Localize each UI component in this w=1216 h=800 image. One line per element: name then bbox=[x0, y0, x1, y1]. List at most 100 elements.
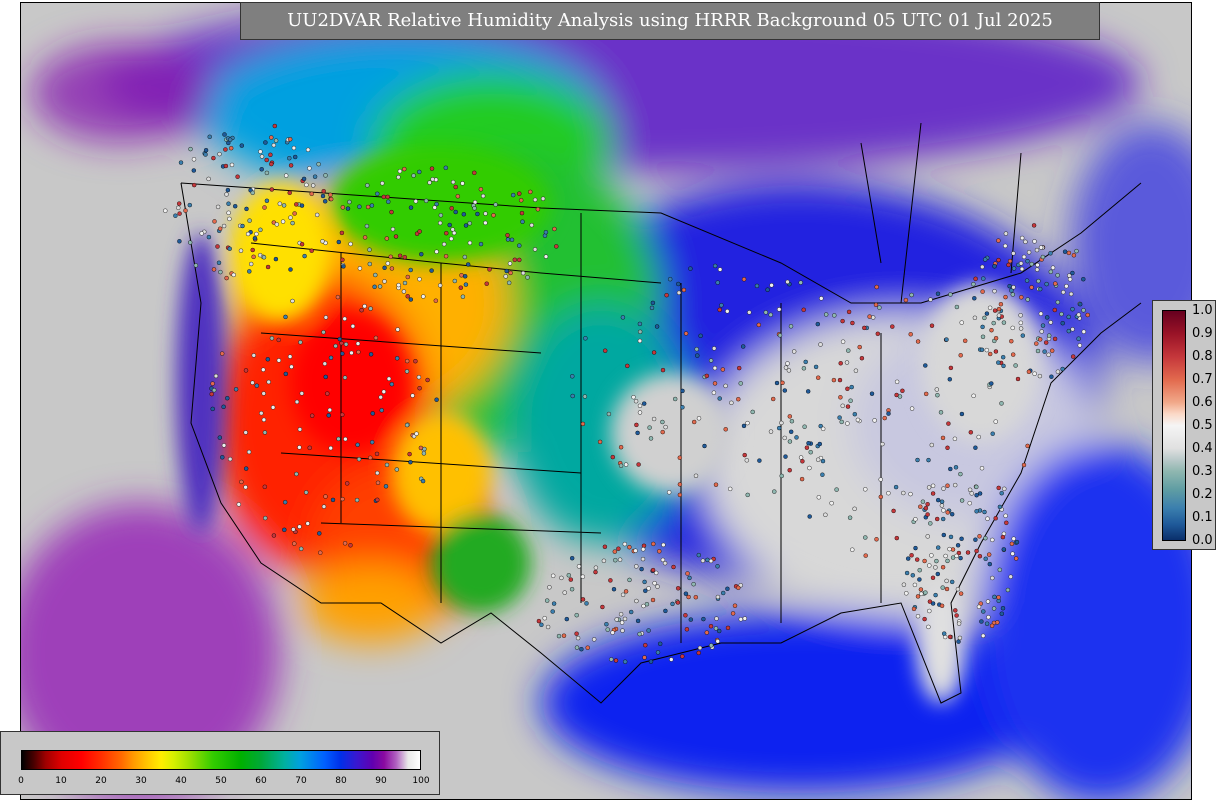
observation-dot bbox=[863, 487, 868, 492]
observation-dot bbox=[254, 231, 259, 237]
observation-dot bbox=[840, 339, 846, 344]
observation-dot bbox=[218, 269, 223, 275]
observation-dot bbox=[1021, 462, 1027, 468]
observation-dot bbox=[745, 492, 750, 498]
observation-dot bbox=[1002, 486, 1007, 491]
observation-dot bbox=[350, 324, 356, 329]
observation-dot bbox=[438, 283, 443, 288]
observation-dot bbox=[176, 201, 182, 206]
observation-dot bbox=[349, 350, 354, 356]
observation-dot bbox=[654, 570, 659, 576]
observation-dot bbox=[383, 484, 389, 489]
observation-dot bbox=[434, 201, 439, 207]
observation-dot bbox=[692, 419, 697, 425]
observation-dot bbox=[909, 406, 915, 411]
observation-dot bbox=[247, 269, 252, 274]
observation-dot bbox=[944, 586, 950, 592]
observation-dot bbox=[947, 546, 952, 552]
observation-dot bbox=[917, 577, 922, 582]
observation-dot bbox=[329, 196, 334, 202]
observation-dot bbox=[264, 198, 270, 204]
observation-dot bbox=[1000, 606, 1006, 611]
observation-dot bbox=[521, 270, 526, 276]
observation-dot bbox=[648, 659, 654, 664]
observation-dot bbox=[561, 633, 567, 638]
observation-dot bbox=[375, 191, 380, 197]
observation-dot bbox=[1018, 326, 1024, 331]
observation-dot bbox=[288, 163, 294, 168]
rh-tick: 90 bbox=[375, 776, 387, 786]
observation-dot bbox=[712, 346, 717, 351]
observation-dot bbox=[318, 550, 323, 555]
observation-dot bbox=[787, 414, 792, 419]
rh-tick: 10 bbox=[55, 776, 67, 786]
observation-dot bbox=[447, 222, 452, 228]
observation-dot bbox=[402, 166, 407, 172]
observation-dot bbox=[187, 202, 193, 208]
observation-dot bbox=[799, 476, 805, 482]
observation-dot bbox=[453, 209, 458, 215]
observation-dot bbox=[232, 203, 238, 209]
observation-dot bbox=[215, 244, 220, 249]
observation-dot bbox=[291, 145, 297, 151]
observation-dot bbox=[774, 380, 780, 386]
observation-dot bbox=[307, 166, 312, 171]
observation-dot bbox=[845, 386, 850, 391]
rh-tick: 30 bbox=[135, 776, 147, 786]
observation-dot bbox=[262, 430, 268, 435]
observation-dot bbox=[909, 553, 914, 558]
observation-dot bbox=[958, 555, 963, 561]
observation-dot bbox=[1024, 278, 1030, 283]
observation-dot bbox=[817, 441, 822, 447]
observation-dot bbox=[945, 558, 950, 564]
observation-dot bbox=[974, 493, 979, 498]
observation-dot bbox=[404, 369, 410, 374]
observation-dot bbox=[719, 303, 724, 308]
observation-dot bbox=[993, 516, 998, 521]
observation-dot bbox=[804, 445, 810, 450]
observation-dot bbox=[472, 170, 477, 176]
observation-dot bbox=[967, 501, 972, 506]
observation-dot bbox=[1032, 239, 1037, 244]
observation-dot bbox=[1005, 587, 1011, 593]
observation-dot bbox=[389, 209, 394, 215]
observation-dot bbox=[655, 584, 660, 589]
observation-dot bbox=[271, 142, 277, 148]
observation-dot bbox=[304, 490, 309, 495]
observation-dot bbox=[633, 548, 638, 553]
observation-dot bbox=[444, 230, 449, 236]
observation-dot bbox=[634, 564, 639, 569]
observation-dot bbox=[177, 211, 182, 216]
observation-dot bbox=[449, 206, 454, 211]
observation-dot bbox=[717, 396, 722, 401]
observation-dot bbox=[989, 328, 994, 333]
observation-dot bbox=[1011, 536, 1016, 541]
observation-dot bbox=[357, 204, 362, 209]
observation-dot bbox=[974, 509, 979, 514]
observation-dot bbox=[667, 490, 672, 495]
observation-dot bbox=[820, 472, 825, 477]
observation-dot bbox=[657, 549, 662, 554]
observation-dot bbox=[763, 310, 768, 315]
observation-dot bbox=[801, 366, 807, 371]
observation-dot bbox=[355, 442, 360, 447]
observation-dot bbox=[243, 368, 249, 373]
observation-dot bbox=[1014, 556, 1019, 561]
observation-dot bbox=[207, 134, 212, 140]
observation-dot bbox=[647, 425, 652, 430]
observation-dot bbox=[413, 359, 418, 364]
observation-dot bbox=[942, 631, 947, 636]
observation-dot bbox=[405, 274, 410, 280]
observation-dot bbox=[251, 353, 257, 358]
observation-dot bbox=[330, 497, 336, 503]
observation-dot bbox=[543, 254, 549, 259]
observation-dot bbox=[264, 157, 269, 163]
observation-dot bbox=[416, 375, 422, 380]
observation-dot bbox=[840, 403, 845, 408]
observation-dot bbox=[677, 455, 682, 460]
observation-dot bbox=[240, 223, 245, 229]
observation-dot bbox=[1007, 258, 1013, 264]
observation-dot bbox=[930, 491, 936, 496]
observation-dot bbox=[1038, 311, 1044, 316]
observation-dot bbox=[290, 220, 295, 226]
